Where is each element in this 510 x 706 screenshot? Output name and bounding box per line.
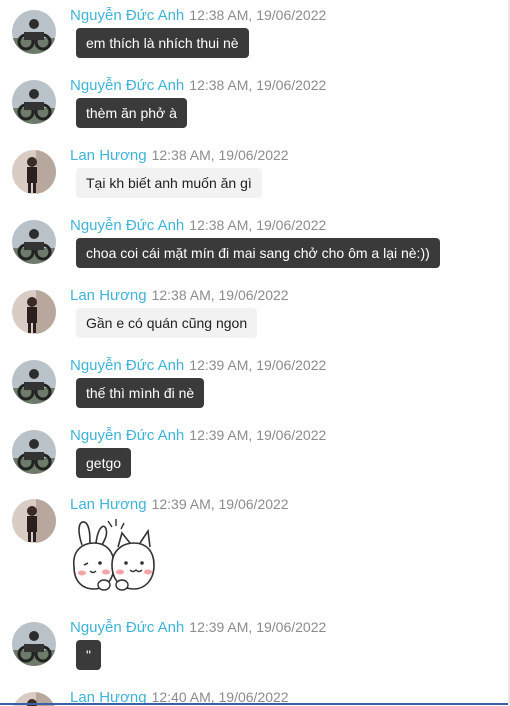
- message-timestamp: 12:38 AM, 19/06/2022: [189, 77, 327, 93]
- avatar-lan-huong[interactable]: [12, 290, 56, 334]
- message-meta: Nguyễn Đức Anh 12:39 AM, 19/06/2022: [70, 356, 326, 375]
- message-meta: Lan Hương 12:38 AM, 19/06/2022: [70, 286, 289, 305]
- message-timestamp: 12:38 AM, 19/06/2022: [151, 287, 289, 303]
- message-meta: Lan Hương 12:38 AM, 19/06/2022: [70, 146, 289, 165]
- message-bubble[interactable]: ": [76, 640, 101, 670]
- sender-name[interactable]: Nguyễn Đức Anh: [70, 7, 184, 24]
- message-meta: Nguyễn Đức Anh 12:38 AM, 19/06/2022: [70, 76, 326, 95]
- message-bubble[interactable]: em thích là nhích thui nè: [76, 28, 249, 58]
- sender-name[interactable]: Nguyễn Đức Anh: [70, 427, 184, 444]
- sender-name[interactable]: Lan Hương: [70, 287, 147, 304]
- avatar-lan-huong[interactable]: [12, 499, 56, 543]
- sender-name[interactable]: Nguyễn Đức Anh: [70, 357, 184, 374]
- sender-name[interactable]: Nguyễn Đức Anh: [70, 77, 184, 94]
- sender-name[interactable]: Lan Hương: [70, 496, 147, 513]
- message-meta: Nguyễn Đức Anh 12:38 AM, 19/06/2022: [70, 6, 326, 25]
- message-meta: Lan Hương 12:39 AM, 19/06/2022: [70, 495, 289, 514]
- message-timestamp: 12:38 AM, 19/06/2022: [189, 217, 327, 233]
- sender-name[interactable]: Nguyễn Đức Anh: [70, 217, 184, 234]
- avatar-nguyen-duc-anh[interactable]: [12, 10, 56, 54]
- message-timestamp: 12:38 AM, 19/06/2022: [151, 147, 289, 163]
- chat-bottom-border: [0, 703, 510, 705]
- message-bubble[interactable]: thèm ăn phở à: [76, 98, 187, 128]
- bunny-cat-sticker-icon[interactable]: [68, 515, 158, 597]
- avatar-nguyen-duc-anh[interactable]: [12, 360, 56, 404]
- message-bubble[interactable]: Gần e có quán cũng ngon: [76, 308, 258, 338]
- avatar-nguyen-duc-anh[interactable]: [12, 430, 56, 474]
- avatar-nguyen-duc-anh[interactable]: [12, 622, 56, 666]
- sender-name[interactable]: Lan Hương: [70, 147, 147, 164]
- message-bubble[interactable]: Tại kh biết anh muốn ăn gì: [76, 168, 262, 198]
- sender-name[interactable]: Nguyễn Đức Anh: [70, 619, 184, 636]
- message-timestamp: 12:39 AM, 19/06/2022: [189, 427, 327, 443]
- message-bubble[interactable]: thế thì mình đi nè: [76, 378, 205, 408]
- message-meta: Nguyễn Đức Anh 12:39 AM, 19/06/2022: [70, 618, 326, 637]
- message-timestamp: 12:38 AM, 19/06/2022: [189, 7, 327, 23]
- message-meta: Nguyễn Đức Anh 12:38 AM, 19/06/2022: [70, 216, 326, 235]
- avatar-lan-huong[interactable]: [12, 150, 56, 194]
- message-timestamp: 12:39 AM, 19/06/2022: [151, 496, 289, 512]
- chat-message-list[interactable]: Nguyễn Đức Anh 12:38 AM, 19/06/2022 em th…: [0, 0, 510, 706]
- message-timestamp: 12:39 AM, 19/06/2022: [189, 357, 327, 373]
- avatar-nguyen-duc-anh[interactable]: [12, 220, 56, 264]
- message-bubble[interactable]: choa coi cái mặt mín đi mai sang chở cho…: [76, 238, 440, 268]
- message-timestamp: 12:39 AM, 19/06/2022: [189, 619, 327, 635]
- message-bubble[interactable]: getgo: [76, 448, 132, 478]
- message-meta: Nguyễn Đức Anh 12:39 AM, 19/06/2022: [70, 426, 326, 445]
- avatar-nguyen-duc-anh[interactable]: [12, 80, 56, 124]
